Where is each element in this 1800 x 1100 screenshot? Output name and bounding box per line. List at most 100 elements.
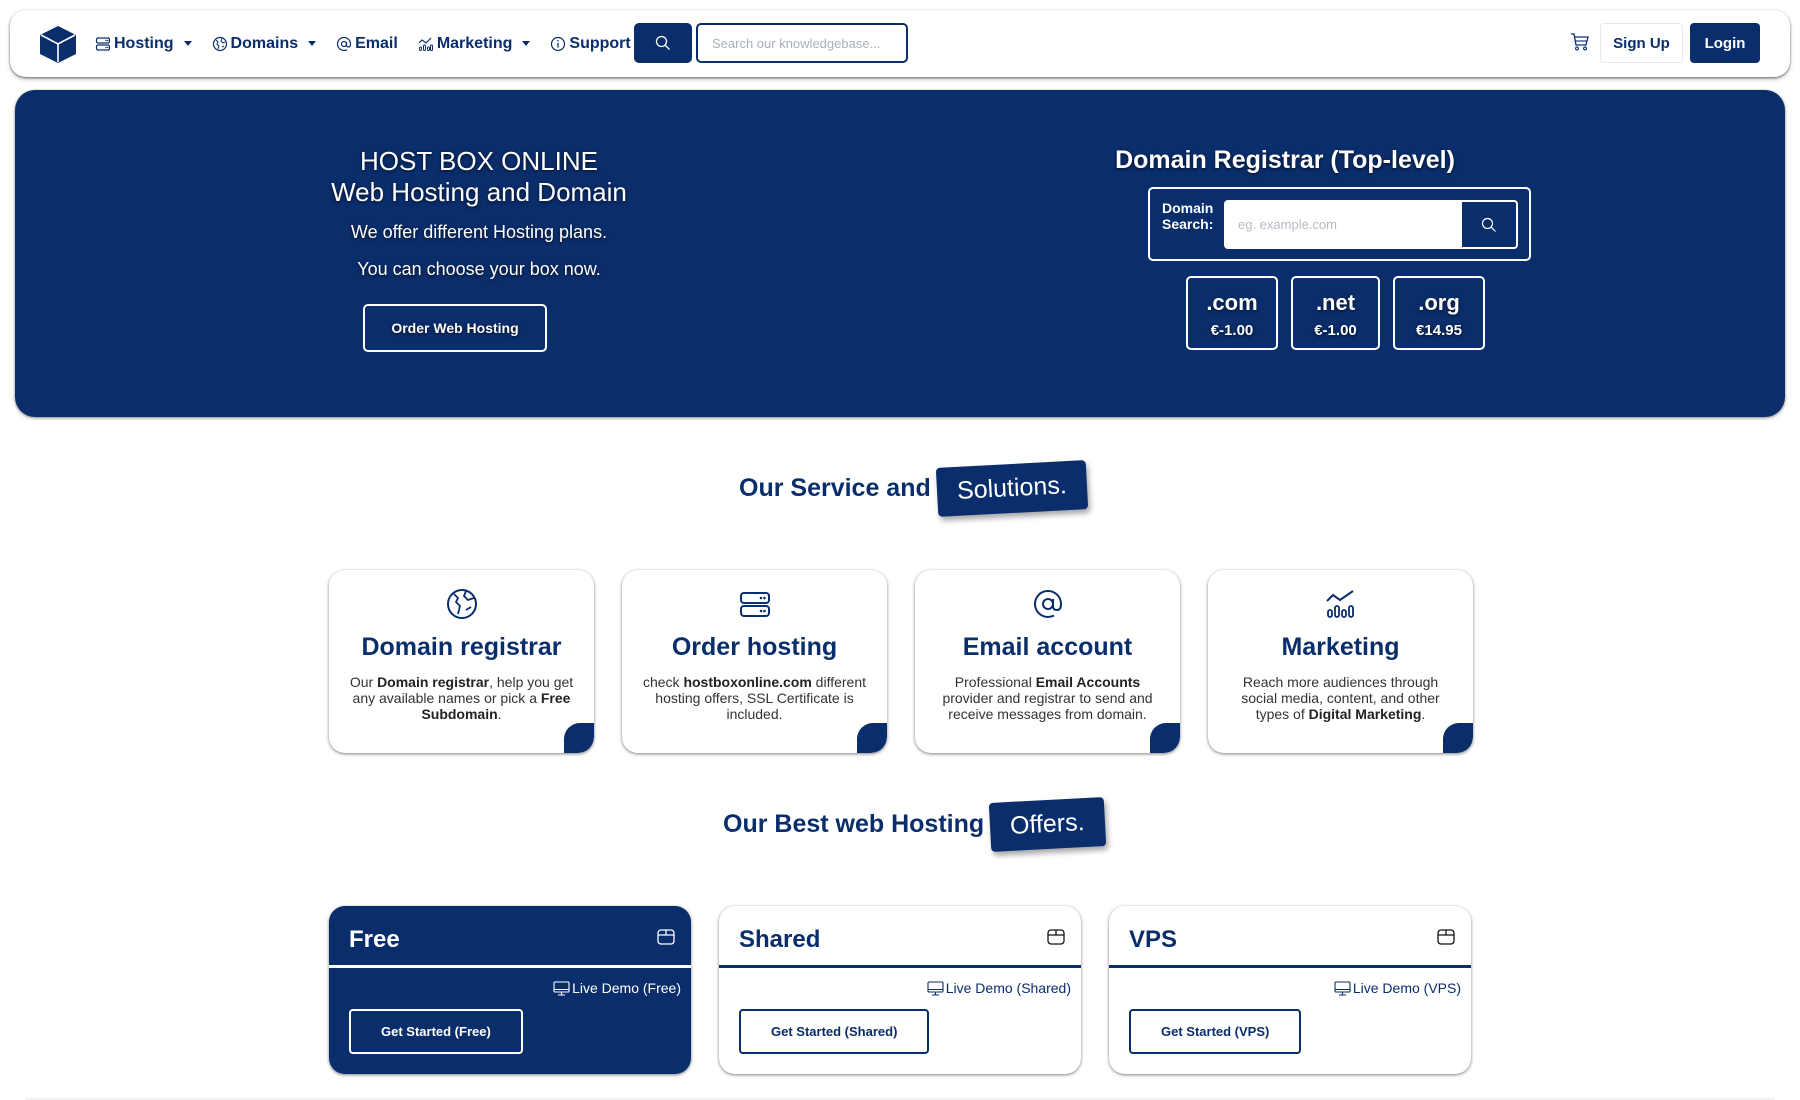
domain-search-label: Domain Search: bbox=[1162, 200, 1213, 232]
offer-header: Shared bbox=[719, 906, 1081, 968]
tld-price: €-1.00 bbox=[1314, 322, 1357, 339]
nav-hosting[interactable]: Hosting bbox=[95, 35, 192, 53]
service-card-hosting[interactable]: Order hosting check hostboxonline.com di… bbox=[622, 570, 887, 753]
hero-title-line2: Web Hosting and Domain bbox=[331, 177, 627, 207]
domain-search-input[interactable] bbox=[1224, 200, 1460, 249]
live-demo-label: Live Demo (Free) bbox=[572, 980, 681, 996]
card-corner-accent bbox=[857, 723, 887, 753]
at-icon bbox=[1033, 589, 1062, 618]
cart-icon[interactable] bbox=[1570, 32, 1590, 52]
chart-icon bbox=[418, 37, 433, 51]
services-heading: Our Service and Solutions. bbox=[739, 460, 1088, 517]
tld-com[interactable]: .com €-1.00 bbox=[1186, 276, 1278, 350]
nav-email-label: Email bbox=[355, 34, 398, 52]
hero-title-line1: HOST BOX ONLINE bbox=[360, 146, 598, 176]
domain-registrar-title: Domain Registrar (Top-level) bbox=[1115, 146, 1455, 174]
service-description: check hostboxonline.com different hostin… bbox=[642, 674, 867, 722]
search-icon bbox=[1481, 217, 1496, 232]
chevron-down-icon bbox=[522, 41, 531, 46]
domain-label-line1: Domain bbox=[1162, 200, 1214, 216]
live-demo-label: Live Demo (Shared) bbox=[945, 980, 1071, 996]
card-corner-accent bbox=[1150, 723, 1180, 753]
nav-support-label: Support bbox=[569, 34, 631, 52]
service-card-marketing[interactable]: Marketing Reach more audiences through s… bbox=[1208, 570, 1473, 753]
at-icon bbox=[337, 36, 352, 51]
emphasis-text: hostboxonline.com bbox=[683, 674, 812, 690]
signup-button[interactable]: Sign Up bbox=[1600, 23, 1683, 63]
tld-net[interactable]: .net €-1.00 bbox=[1291, 276, 1380, 350]
service-card-email[interactable]: Email account Professional Email Account… bbox=[915, 570, 1180, 753]
box-icon bbox=[1047, 929, 1065, 945]
offer-name: VPS bbox=[1129, 926, 1178, 953]
offers-heading-text: Our Best web Hosting bbox=[723, 810, 985, 838]
box-icon bbox=[1437, 929, 1455, 945]
chevron-down-icon bbox=[183, 41, 192, 46]
description-text: . bbox=[497, 706, 502, 722]
service-description: Professional Email Accounts provider and… bbox=[935, 674, 1160, 722]
tld-price: €-1.00 bbox=[1210, 322, 1254, 339]
tld-ext: .net bbox=[1315, 290, 1356, 315]
emphasis-text: Email Accounts bbox=[1035, 674, 1141, 690]
services-badge: Solutions. bbox=[935, 460, 1088, 517]
offers-badge: Offers. bbox=[988, 797, 1106, 852]
live-demo-label: Live Demo (VPS) bbox=[1352, 980, 1461, 996]
monitor-icon bbox=[927, 980, 944, 996]
kb-search-input[interactable] bbox=[696, 23, 908, 63]
box-icon bbox=[657, 929, 675, 945]
description-text: Our bbox=[349, 674, 378, 690]
offer-name: Shared bbox=[739, 926, 821, 953]
login-button[interactable]: Login bbox=[1690, 23, 1760, 63]
description-text: Professional bbox=[954, 674, 1036, 690]
server-icon bbox=[739, 592, 770, 617]
nav-hosting-label: Hosting bbox=[114, 34, 174, 52]
info-icon bbox=[551, 36, 566, 51]
get-started-button[interactable]: Get Started (Free) bbox=[349, 1009, 523, 1054]
cube-logo[interactable] bbox=[38, 24, 78, 64]
hero-banner: HOST BOX ONLINE Web Hosting and Domain W… bbox=[15, 90, 1785, 417]
emphasis-text: Domain registrar bbox=[377, 674, 490, 690]
domain-search-form: Domain Search: bbox=[1148, 187, 1531, 261]
live-demo-link[interactable]: Live Demo (VPS) bbox=[1334, 980, 1461, 996]
nav-email[interactable]: Email bbox=[336, 35, 398, 53]
offer-card-free: Free Live Demo (Free) Get Started (Free) bbox=[329, 906, 691, 1074]
offers-heading: Our Best web Hosting Offers. bbox=[723, 797, 1106, 852]
hero-title: HOST BOX ONLINE Web Hosting and Domain bbox=[285, 146, 673, 208]
card-corner-accent bbox=[564, 723, 594, 753]
service-title: Domain registrar bbox=[361, 633, 562, 661]
nav-marketing-label: Marketing bbox=[436, 34, 513, 52]
offer-card-vps: VPS Live Demo (VPS) Get Started (VPS) bbox=[1109, 906, 1471, 1074]
hero-subtitle-1: We offer different Hosting plans. bbox=[350, 222, 608, 242]
chevron-down-icon bbox=[308, 41, 317, 46]
tld-ext: .com bbox=[1206, 290, 1258, 315]
hero-subtitle-2: You can choose your box now. bbox=[357, 259, 601, 279]
description-text: provider and registrar to send and recei… bbox=[942, 690, 1153, 722]
monitor-icon bbox=[553, 980, 570, 996]
service-title: Marketing bbox=[1281, 633, 1400, 661]
navbar: Hosting Domains Email Marketing Support bbox=[10, 10, 1790, 77]
service-title: Order hosting bbox=[671, 633, 838, 661]
description-text: check bbox=[642, 674, 684, 690]
offer-card-shared: Shared Live Demo (Shared) Get Started (S… bbox=[719, 906, 1081, 1074]
kb-search-button[interactable] bbox=[634, 23, 692, 63]
description-text: . bbox=[1421, 706, 1426, 722]
globe-icon bbox=[446, 589, 477, 619]
order-web-hosting-button[interactable]: Order Web Hosting bbox=[363, 304, 547, 352]
service-card-domain[interactable]: Domain registrar Our Domain registrar, h… bbox=[329, 570, 594, 753]
live-demo-link[interactable]: Live Demo (Shared) bbox=[927, 980, 1071, 996]
nav-domains[interactable]: Domains bbox=[212, 35, 317, 53]
get-started-button[interactable]: Get Started (VPS) bbox=[1129, 1009, 1302, 1054]
tld-org[interactable]: .org €14.95 bbox=[1393, 276, 1485, 350]
card-corner-accent bbox=[1443, 723, 1473, 753]
service-title: Email account bbox=[962, 633, 1133, 661]
get-started-button[interactable]: Get Started (Shared) bbox=[739, 1009, 930, 1054]
offer-header: VPS bbox=[1109, 906, 1471, 968]
server-icon bbox=[95, 36, 111, 51]
service-description: Reach more audiences through social medi… bbox=[1228, 674, 1453, 722]
domain-search-button[interactable] bbox=[1460, 200, 1518, 249]
offer-header: Free bbox=[329, 906, 691, 968]
search-icon bbox=[655, 35, 670, 50]
nav-marketing[interactable]: Marketing bbox=[418, 35, 531, 53]
service-description: Our Domain registrar, help you get any a… bbox=[349, 674, 574, 722]
domain-label-line2: Search: bbox=[1162, 216, 1214, 232]
live-demo-link[interactable]: Live Demo (Free) bbox=[553, 980, 681, 996]
